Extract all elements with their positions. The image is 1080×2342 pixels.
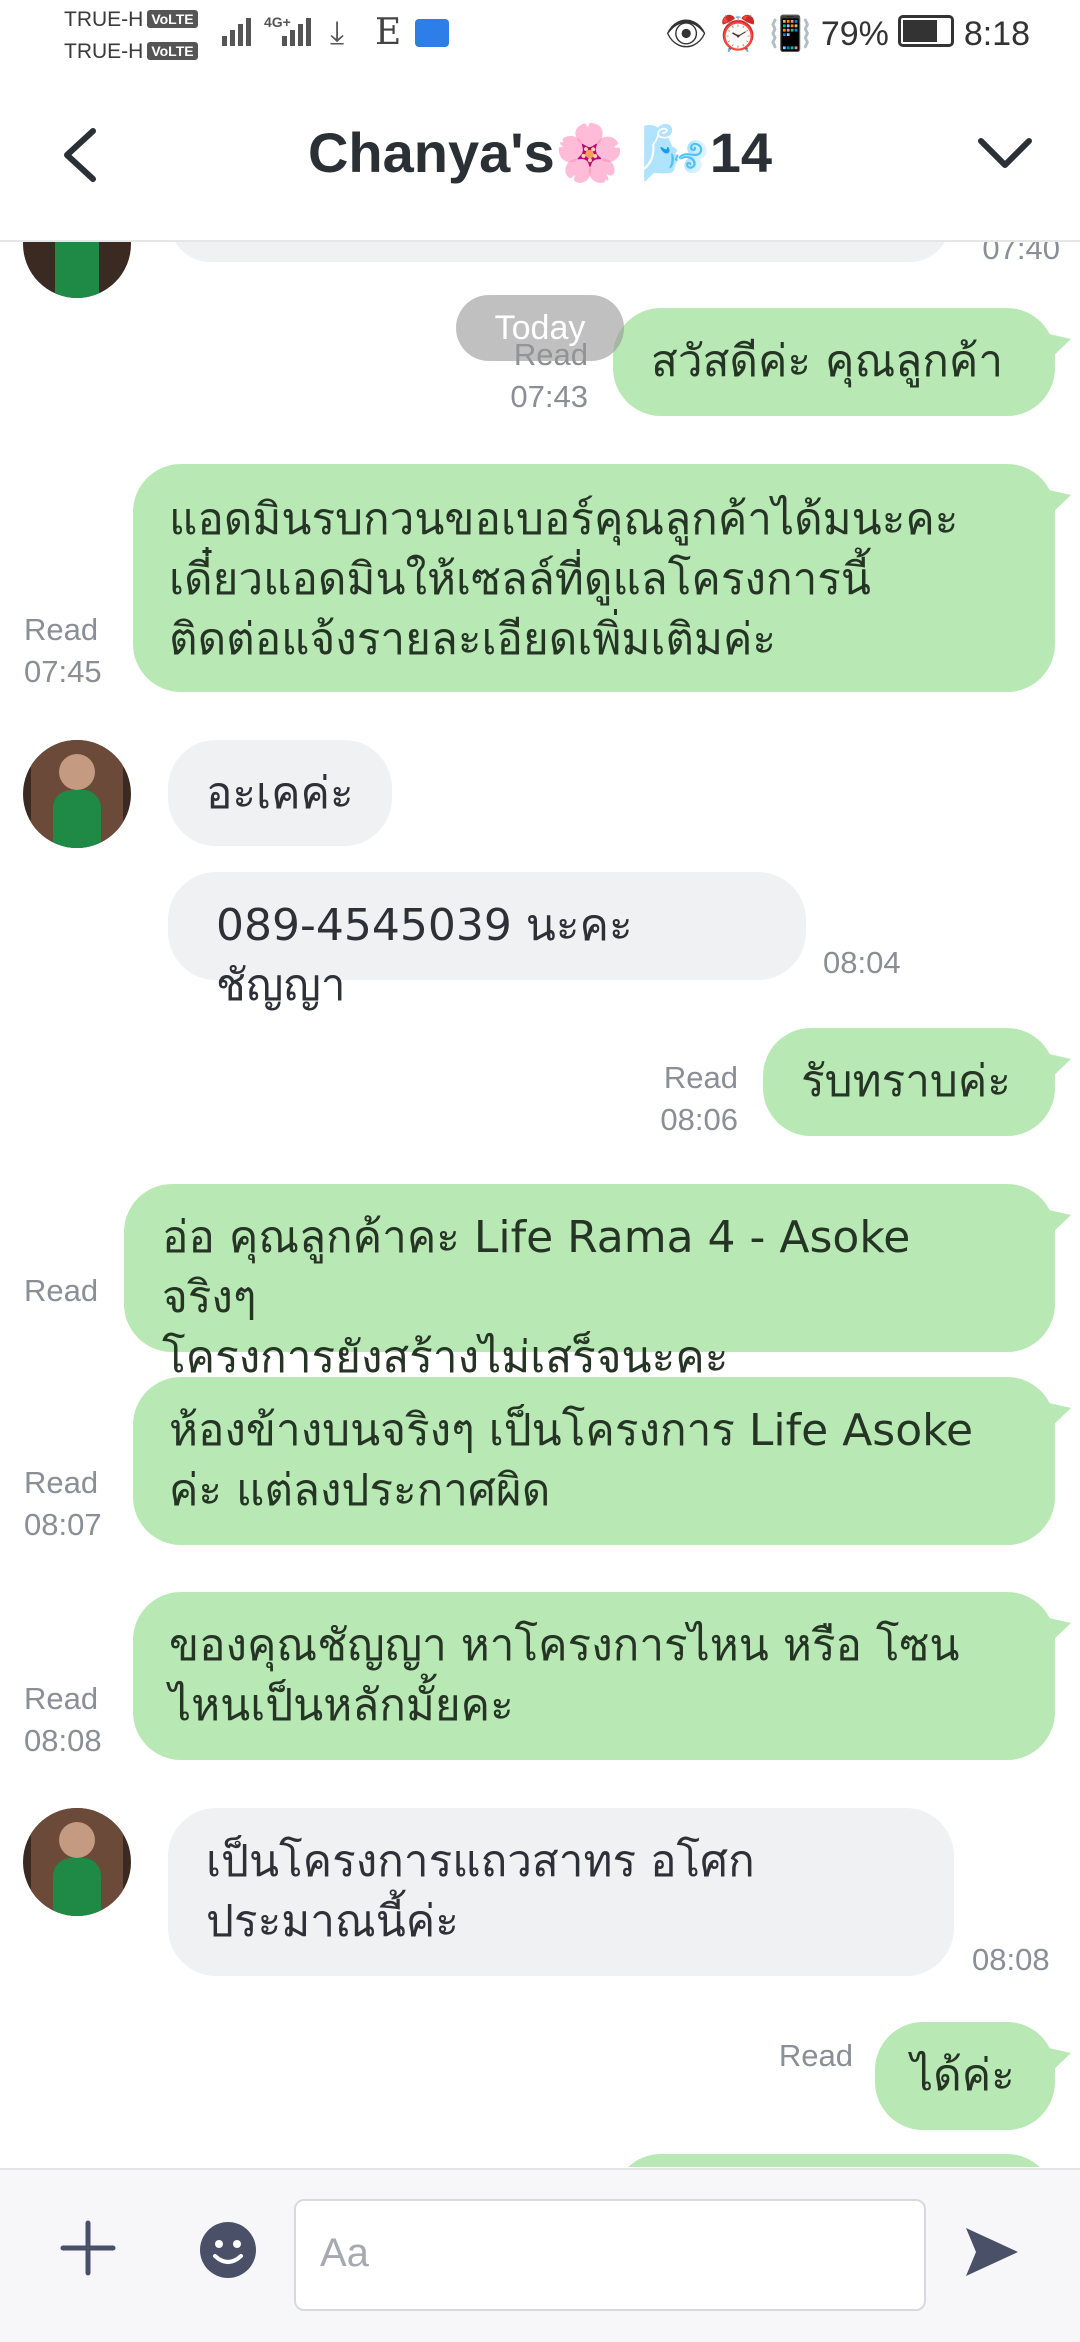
- message-text-line: เป็นโครงการแถวสาทร อโศก: [206, 1836, 755, 1887]
- message-time: 08:08: [24, 1723, 102, 1758]
- status-right: 👁 ⏰ 📳 79% 8:18: [665, 14, 1030, 54]
- message-time: 08:04: [823, 945, 901, 980]
- app-notification-icon: [415, 19, 449, 47]
- message-time: 07:45: [24, 654, 102, 689]
- message-text-line: แอดมินรบกวนขอเบอร์คุณลูกค้าได้มนะคะ: [169, 494, 959, 545]
- date-chip: Today: [456, 295, 624, 361]
- message-bubble-outgoing[interactable]: อ่อ คุณลูกค้าคะ Life Rama 4 - Asoke จริง…: [124, 1184, 1055, 1383]
- message-bubble-incoming[interactable]: เป็นโครงการแถวสาทร อโศก ประมาณนี้ค่ะ: [168, 1808, 954, 1976]
- message-text-line: เดี๋ยวแอดมินให้เซลล์ที่ดูแลโครงการนี้: [169, 554, 872, 605]
- message-input[interactable]: Aa: [294, 2199, 926, 2311]
- read-receipt: Read: [778, 2038, 853, 2073]
- message-bubble-outgoing[interactable]: สวัสดีค่ะ คุณลูกค้า: [613, 308, 1055, 416]
- avatar[interactable]: [23, 242, 131, 298]
- download-icon: ⤓: [330, 14, 345, 50]
- message-text-line: ค่ะ แต่ลงประกาศผิด: [169, 1465, 551, 1516]
- battery-percent: 79%: [820, 15, 889, 53]
- message-time: 08:07: [24, 1507, 102, 1542]
- avatar[interactable]: [23, 740, 131, 848]
- message-time: 08:08: [972, 1942, 1050, 1977]
- battery-icon: [898, 15, 955, 47]
- read-receipt: Read: [24, 1681, 99, 1716]
- read-receipt: Read: [24, 1465, 99, 1500]
- send-icon[interactable]: [962, 2222, 1022, 2282]
- data-type: E: [375, 12, 402, 53]
- message-bubble-outgoing[interactable]: แอดมินรบกวนขอเบอร์คุณลูกค้าได้มนะคะ เดี๋…: [133, 464, 1055, 692]
- avatar[interactable]: [23, 1808, 131, 1916]
- message-text: อะเคค่ะ: [206, 768, 354, 819]
- message-text: สวัสดีค่ะ คุณลูกค้า: [651, 336, 1004, 387]
- message-bubble-outgoing[interactable]: ของคุณชัญญา หาโครงการไหน หรือ โซน ไหนเป็…: [133, 1592, 1055, 1760]
- message-input-bar: Aa: [0, 2168, 1080, 2342]
- alarm-icon: ⏰: [717, 15, 760, 53]
- emoji-icon[interactable]: [198, 2220, 258, 2280]
- chat-header: Chanya's🌸 🌬️14: [0, 75, 1080, 242]
- message-text-line: ของคุณชัญญา หาโครงการไหน หรือ โซน: [169, 1620, 960, 1671]
- chat-title[interactable]: Chanya's🌸 🌬️14: [0, 120, 1080, 186]
- message-bubble-partial[interactable]: [613, 2154, 1055, 2167]
- message-meta: Read 07:45: [24, 609, 124, 693]
- message-time: 08:06: [660, 1102, 738, 1137]
- message-text: รับทราบค่ะ: [801, 1056, 1011, 1107]
- message-text-line: อ่อ คุณลูกค้าคะ Life Rama 4 - Asoke จริง…: [162, 1212, 911, 1323]
- message-bubble-incoming[interactable]: 089-4545039 นะคะ ชัญญา: [168, 872, 806, 1011]
- carrier-2: TRUE-H VoLTE: [64, 40, 198, 64]
- signal-icon-2: [282, 18, 314, 46]
- message-bubble-incoming[interactable]: อะเคค่ะ: [168, 740, 392, 846]
- signal-icon: [222, 18, 254, 46]
- message-time: 07:43: [510, 379, 588, 414]
- read-receipt: Read: [24, 612, 99, 647]
- message-bubble-outgoing[interactable]: ได้ค่ะ: [875, 2022, 1055, 2130]
- clock: 8:18: [963, 15, 1030, 53]
- message-bubble-outgoing[interactable]: ห้องข้างบนจริงๆ เป็นโครงการ Life Asoke ค…: [133, 1377, 1055, 1545]
- message-text: 089-4545039 นะคะ ชัญญา: [216, 900, 633, 1011]
- message-bubble-outgoing[interactable]: รับทราบค่ะ: [763, 1028, 1055, 1136]
- message-text-line: ไหนเป็นหลักมั้ยคะ: [169, 1680, 514, 1731]
- carrier-1: TRUE-H VoLTE: [64, 8, 198, 32]
- eye-icon: 👁: [664, 15, 708, 53]
- chevron-down-icon[interactable]: [975, 133, 1035, 173]
- message-text-line: ห้องข้างบนจริงๆ เป็นโครงการ Life Asoke: [169, 1405, 974, 1456]
- message-time: 07:40: [982, 242, 1060, 266]
- read-receipt: Read: [663, 1060, 738, 1095]
- message-text-line: ติดต่อแจ้งรายละเอียดเพิ่มเติมค่ะ: [169, 614, 777, 665]
- vibrate-icon: 📳: [769, 15, 812, 53]
- message-text: ได้ค่ะ: [911, 2050, 1015, 2101]
- message-text-line: ประมาณนี้ค่ะ: [206, 1896, 459, 1947]
- read-receipt: Read: [24, 1273, 99, 1308]
- message-bubble-partial[interactable]: [170, 242, 950, 262]
- message-meta: Read 08:07: [24, 1462, 124, 1546]
- status-bar: TRUE-H VoLTE TRUE-H VoLTE 4G+ ⤓ E 👁 ⏰ 📳 79…: [0, 0, 1080, 75]
- message-meta: Read 08:06: [638, 1057, 738, 1141]
- chat-area[interactable]: 07:40 Today Read 07:43 สวัสดีค่ะ คุณลูกค…: [0, 242, 1080, 2167]
- plus-icon[interactable]: [58, 2218, 118, 2278]
- message-meta: Read 08:08: [24, 1678, 124, 1762]
